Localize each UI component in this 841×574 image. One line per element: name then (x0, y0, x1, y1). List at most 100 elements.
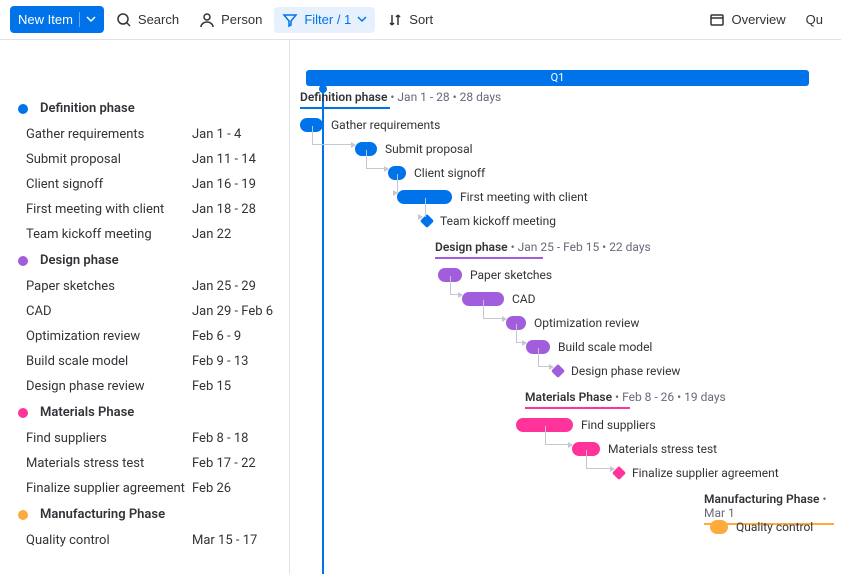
connector (312, 126, 354, 145)
task-row[interactable]: Build scale modelFeb 9 - 13 (0, 349, 289, 374)
task-row[interactable]: Optimization reviewFeb 6 - 9 (0, 324, 289, 349)
task-row[interactable]: CADJan 29 - Feb 6 (0, 299, 289, 324)
person-label: Person (221, 12, 262, 27)
arrow-icon (502, 316, 507, 322)
sidebar[interactable]: Definition phaseGather requirementsJan 1… (0, 40, 290, 574)
group-header-manufacturing[interactable]: Manufacturing Phase (0, 501, 289, 528)
search-button[interactable]: Search (108, 7, 187, 33)
gantt-task[interactable]: Build scale model (290, 338, 841, 356)
connector (586, 450, 612, 469)
task-row[interactable]: Design phase reviewFeb 15 (0, 374, 289, 399)
group-header-definition[interactable]: Definition phase (0, 95, 289, 122)
task-label: Submit proposal (385, 142, 473, 156)
task-name: Gather requirements (26, 127, 192, 142)
gantt-task[interactable]: Quality control (290, 518, 841, 536)
task-name: Finalize supplier agreement (26, 481, 192, 496)
gantt-task[interactable]: First meeting with client (290, 188, 841, 206)
task-row[interactable]: Quality controlMar 15 - 17 (0, 528, 289, 553)
new-item-label: New Item (18, 12, 73, 27)
task-date: Jan 18 - 28 (192, 202, 277, 217)
connector (425, 198, 426, 217)
task-label: Design phase review (571, 364, 680, 378)
task-name: Build scale model (26, 354, 192, 369)
task-name: Design phase review (26, 379, 192, 394)
chevron-down-icon (357, 12, 367, 27)
qu-label: Qu (806, 12, 823, 27)
task-row[interactable]: Find suppliersFeb 8 - 18 (0, 426, 289, 451)
search-label: Search (138, 12, 179, 27)
task-name: Materials stress test (26, 456, 192, 471)
qu-button[interactable]: Qu (798, 7, 831, 32)
group-header-materials[interactable]: Materials Phase (0, 399, 289, 426)
task-row[interactable]: First meeting with clientJan 18 - 28 (0, 197, 289, 222)
task-row[interactable]: Materials stress testFeb 17 - 22 (0, 451, 289, 476)
task-name: First meeting with client (26, 202, 192, 217)
timeline[interactable]: Q1 Definition phase • Jan 1 - 28 • 28 da… (290, 40, 841, 574)
overview-icon (709, 12, 725, 28)
task-date: Feb 17 - 22 (192, 456, 277, 471)
group-name: Definition phase (40, 101, 135, 116)
task-name: Client signoff (26, 177, 192, 192)
task-row[interactable]: Paper sketchesJan 25 - 29 (0, 274, 289, 299)
task-date: Jan 22 (192, 227, 277, 242)
gantt-task[interactable]: Design phase review (290, 362, 841, 380)
arrow-icon (418, 214, 423, 220)
phase-underline (300, 107, 390, 109)
task-label: Find suppliers (581, 418, 656, 432)
task-date: Feb 15 (192, 379, 277, 394)
task-date: Feb 9 - 13 (192, 354, 277, 369)
task-date: Jan 25 - 29 (192, 279, 277, 294)
task-date: Feb 8 - 18 (192, 431, 277, 446)
sort-label: Sort (409, 12, 433, 27)
chevron-down-icon (79, 12, 96, 27)
connector (483, 300, 504, 319)
phase-underline (435, 257, 543, 259)
gantt-task[interactable]: CAD (290, 290, 841, 308)
group-name: Manufacturing Phase (40, 507, 165, 522)
group-name: Design phase (40, 253, 119, 268)
task-date: Jan 29 - Feb 6 (192, 304, 277, 319)
person-icon (199, 12, 215, 28)
filter-icon (282, 12, 298, 28)
task-name: Optimization review (26, 329, 192, 344)
gantt-task[interactable]: Gather requirements (290, 116, 841, 134)
overview-button[interactable]: Overview (701, 7, 793, 33)
arrow-icon (522, 340, 527, 346)
task-label: Finalize supplier agreement (632, 466, 779, 480)
task-name: Paper sketches (26, 279, 192, 294)
group-dot-icon (18, 510, 28, 520)
group-header-design[interactable]: Design phase (0, 247, 289, 274)
search-icon (116, 12, 132, 28)
person-button[interactable]: Person (191, 7, 270, 33)
task-bar[interactable] (710, 520, 728, 534)
connector (545, 426, 571, 445)
gantt-task[interactable]: Paper sketches (290, 266, 841, 284)
phase-label: Design phase • Jan 25 - Feb 15 • 22 days (435, 238, 651, 256)
sort-button[interactable]: Sort (379, 7, 441, 33)
task-date: Jan 11 - 14 (192, 152, 277, 167)
task-date: Mar 15 - 17 (192, 533, 277, 548)
task-date: Feb 26 (192, 481, 277, 496)
task-row[interactable]: Submit proposalJan 11 - 14 (0, 147, 289, 172)
task-row[interactable]: Client signoffJan 16 - 19 (0, 172, 289, 197)
group-name: Materials Phase (40, 405, 134, 420)
task-row[interactable]: Gather requirementsJan 1 - 4 (0, 122, 289, 147)
new-item-button[interactable]: New Item (10, 6, 104, 33)
task-row[interactable]: Finalize supplier agreementFeb 26 (0, 476, 289, 501)
task-label: Paper sketches (470, 268, 552, 282)
gantt-task[interactable]: Team kickoff meeting (290, 212, 841, 230)
arrow-icon (549, 364, 554, 370)
gantt-task[interactable]: Finalize supplier agreement (290, 464, 841, 482)
task-label: First meeting with client (460, 190, 588, 204)
task-name: Quality control (26, 533, 192, 548)
filter-button[interactable]: Filter / 1 (274, 7, 375, 33)
sort-icon (387, 12, 403, 28)
gantt-task[interactable]: Optimization review (290, 314, 841, 332)
task-date: Jan 16 - 19 (192, 177, 277, 192)
group-dot-icon (18, 104, 28, 114)
group-dot-icon (18, 256, 28, 266)
task-label: Build scale model (558, 340, 652, 354)
task-label: Quality control (736, 520, 813, 534)
task-row[interactable]: Team kickoff meetingJan 22 (0, 222, 289, 247)
arrow-icon (568, 442, 573, 448)
